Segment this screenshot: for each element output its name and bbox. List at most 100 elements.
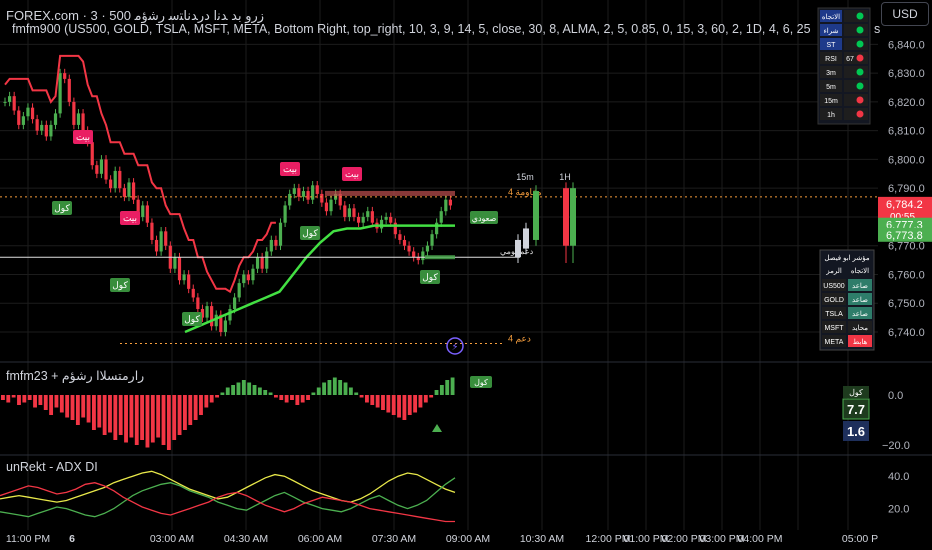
candle-body — [67, 78, 71, 102]
signal-table-cell — [844, 38, 868, 50]
price-tick: 6,800.0 — [888, 154, 925, 166]
histogram-bar — [332, 377, 337, 395]
candle-body — [223, 320, 228, 332]
time-tick: 6 — [69, 533, 75, 545]
histogram-bar — [445, 380, 450, 395]
histogram-bar — [156, 395, 161, 438]
histogram-bar — [327, 380, 332, 395]
sell-signal: بيت — [123, 213, 137, 223]
histogram-bar — [124, 395, 128, 443]
candle-body — [7, 96, 12, 102]
candle-body — [251, 268, 255, 281]
watchlist-symbol: US500 — [823, 283, 845, 290]
candle-body — [407, 245, 411, 252]
histogram-bar — [75, 395, 80, 425]
histogram-bar — [252, 385, 257, 395]
candle-body — [379, 219, 384, 229]
candle-body — [329, 199, 333, 212]
signal-table-label: 15m — [824, 98, 838, 105]
candle-body — [356, 216, 361, 223]
candle-body — [131, 182, 136, 200]
signal-table-cell — [844, 108, 868, 120]
price-tick: 6,760.0 — [888, 269, 925, 281]
indicator-settings-line[interactable]: fmfm900 (US500, GOLD, TSLA, MSFT, META, … — [12, 22, 880, 36]
candle-body — [352, 208, 356, 217]
histogram-bar — [241, 380, 246, 395]
candle-body — [297, 188, 301, 197]
last-price: 6,784.2 — [886, 199, 923, 211]
time-tick: 10:30 AM — [520, 533, 564, 545]
histogram-bar — [386, 395, 391, 413]
price-chart[interactable]: مقاومة 4دعم 4دعم يوميبيتبيتبيتبيتكولكولك… — [0, 0, 932, 550]
candle-body — [141, 205, 145, 217]
candle-body — [347, 208, 351, 217]
histogram-bar — [209, 395, 214, 403]
watchlist-head-symbol: الرمز — [825, 267, 842, 275]
time-tick: 09:00 AM — [446, 533, 490, 545]
histogram-bar — [134, 395, 139, 445]
candle-body — [173, 257, 177, 269]
candle-body — [145, 205, 149, 223]
candle-body — [288, 193, 292, 206]
candle-body — [301, 191, 306, 197]
candle-body — [311, 185, 315, 200]
candle-body — [205, 306, 209, 318]
histogram-bar — [274, 395, 278, 398]
watchlist-symbol: GOLD — [824, 297, 844, 304]
buy-signal: كول — [112, 280, 128, 291]
histogram-bar — [316, 387, 321, 395]
main-price-pane: مقاومة 4دعم 4دعم يوميبيتبيتبيتبيتكولكولك… — [0, 7, 932, 456]
candle-body — [366, 211, 370, 217]
tf-1h-label: 1H — [559, 172, 571, 182]
currency-button[interactable]: USD — [881, 2, 929, 26]
candle-body — [196, 297, 200, 309]
histogram-bar — [284, 395, 289, 403]
signal-table-cell — [844, 80, 868, 92]
candle-body — [53, 113, 58, 125]
histogram-bar — [6, 395, 11, 403]
histogram-bar — [311, 392, 316, 395]
support-zone — [425, 255, 455, 260]
price-tick: 6,810.0 — [888, 126, 925, 138]
candle-body — [26, 107, 30, 117]
signal-table-label: الاتجاه — [822, 13, 840, 21]
signal-table-label: 3m — [826, 70, 836, 77]
rsi-value: 67 — [846, 56, 854, 63]
di-minus-line — [0, 482, 455, 523]
histogram-bar — [370, 395, 375, 405]
signal-table-label: RSI — [825, 56, 837, 63]
histogram-bar — [322, 382, 327, 395]
sell-signal: بيت — [345, 169, 359, 179]
histogram-bar — [402, 395, 407, 420]
candle-body — [448, 199, 453, 206]
signal-table-cell — [844, 24, 868, 36]
candle-body — [90, 142, 94, 166]
histogram-bar — [54, 395, 59, 408]
candle-body — [99, 159, 104, 174]
histogram-bar — [429, 395, 434, 398]
lightning-glyph: ⚡ — [451, 342, 458, 353]
status-dot — [856, 54, 864, 62]
histogram-bar — [92, 395, 96, 430]
pane2-value2: 1.6 — [847, 424, 865, 439]
buy-signal: كول — [184, 314, 200, 325]
histogram-bar — [338, 380, 343, 395]
histogram-bar — [279, 395, 284, 400]
candle-body — [242, 274, 246, 284]
histogram-bar — [113, 395, 118, 440]
time-tick: 03:00 AM — [150, 533, 194, 545]
histogram-bar — [306, 395, 310, 400]
candle-body — [159, 231, 163, 252]
histogram-bar — [193, 395, 198, 420]
candle-body — [12, 96, 16, 111]
histogram-bar — [407, 395, 412, 415]
histogram-bar — [423, 395, 428, 403]
histogram-bar — [375, 395, 380, 408]
candle-body — [187, 274, 191, 289]
candle-body — [118, 170, 122, 189]
histogram-bar — [97, 395, 102, 428]
candle-body — [412, 251, 416, 258]
buy-signal: كول — [302, 228, 318, 239]
histogram-bar — [1, 395, 5, 400]
histogram-bar — [118, 395, 123, 435]
